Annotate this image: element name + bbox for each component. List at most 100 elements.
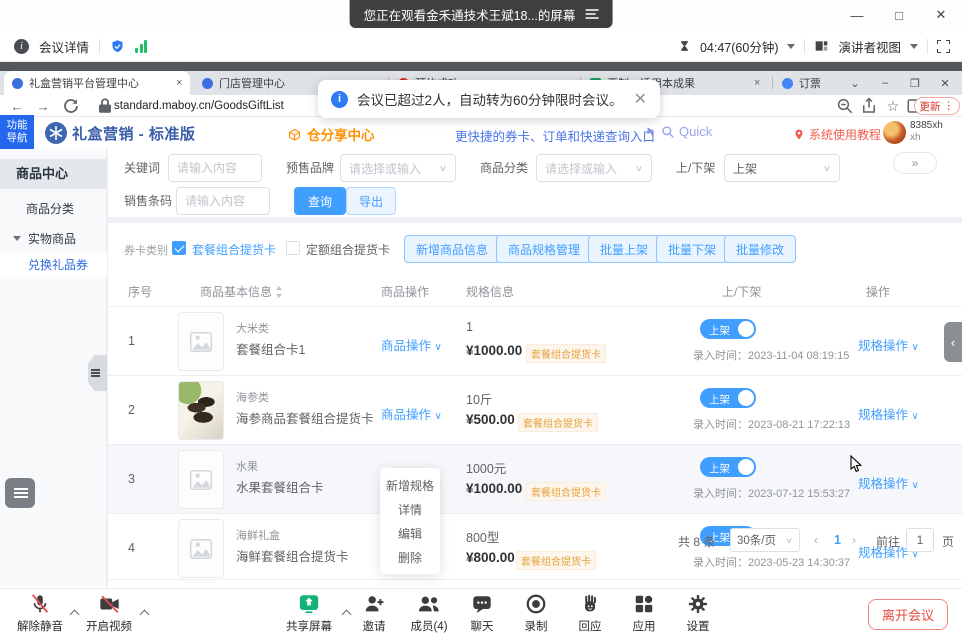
chat-button[interactable]: 聊天: [460, 593, 504, 634]
toast-close-icon[interactable]: ✕: [634, 89, 647, 109]
sidebar-collapse-tab[interactable]: [88, 355, 107, 391]
barcode-input[interactable]: [176, 187, 270, 215]
back-icon[interactable]: ←: [8, 97, 26, 115]
mic-off-icon: [29, 593, 51, 615]
sort-icon[interactable]: [275, 286, 283, 298]
fullscreen-icon[interactable]: [937, 40, 950, 53]
banner-menu-icon[interactable]: [585, 6, 598, 21]
browser-restore-icon[interactable]: ❐: [900, 77, 930, 90]
spec-op-link[interactable]: 规格操作 ∨: [858, 335, 919, 354]
combo-card-label[interactable]: 套餐组合提货卡: [192, 241, 276, 258]
menu-item-add-spec[interactable]: 新增规格: [380, 474, 440, 498]
minimize-icon[interactable]: ―: [836, 0, 878, 30]
spec-manage-button[interactable]: 商品规格管理: [496, 235, 592, 263]
batch-edit-button[interactable]: 批量修改: [724, 235, 796, 263]
apps-button[interactable]: 应用: [622, 593, 666, 634]
settings-button[interactable]: 设置: [676, 593, 720, 634]
tab-search-icon[interactable]: ⌄: [840, 77, 870, 90]
start-video-button[interactable]: 开启视频: [80, 593, 138, 634]
category-select[interactable]: 请选择或输入∨: [536, 154, 652, 182]
browser-menu-icon[interactable]: ⋮: [944, 100, 955, 112]
reactions-button[interactable]: 回应: [568, 593, 612, 634]
members-button[interactable]: 成员(4): [402, 593, 456, 634]
timer-dropdown-icon[interactable]: [787, 44, 795, 49]
goto-page-input[interactable]: [906, 528, 934, 552]
quick-entry-link[interactable]: 更快捷的券卡、订单和快递查询入口: [455, 126, 655, 145]
brand-select[interactable]: 请选择或输入∨: [340, 154, 456, 182]
members-icon: [417, 593, 441, 615]
menu-item-delete[interactable]: 删除: [380, 546, 440, 570]
browser-window-edge: [0, 62, 962, 71]
nav-toggle-button[interactable]: 功能导航: [0, 115, 34, 149]
tutorial-link[interactable]: 系统使用教程: [793, 126, 881, 143]
keyword-input[interactable]: [168, 154, 262, 182]
reload-icon[interactable]: [62, 97, 80, 115]
invite-button[interactable]: 邀请: [352, 593, 396, 634]
search-button[interactable]: 查询: [294, 187, 346, 215]
on-shelf-toggle[interactable]: 上架: [700, 457, 756, 477]
view-mode-label[interactable]: 演讲者视图: [838, 37, 901, 56]
current-page[interactable]: 1: [834, 533, 841, 547]
url-text[interactable]: standard.maboy.cn/GoodsGiftList: [114, 95, 284, 117]
tab-favicon: [12, 78, 23, 89]
forward-icon[interactable]: →: [34, 97, 52, 115]
goods-op-link[interactable]: 商品操作 ∨: [381, 335, 442, 354]
browser-update-button[interactable]: 更新 ⋮: [914, 97, 961, 115]
next-page-icon[interactable]: ›: [852, 533, 856, 547]
record-button[interactable]: 录制: [514, 593, 558, 634]
status-label: 上/下架: [676, 154, 715, 182]
sidebar-section-goods-center[interactable]: 商品中心: [0, 159, 107, 189]
share-options-caret[interactable]: [342, 610, 352, 620]
floating-list-button[interactable]: [5, 478, 35, 508]
combo-card-checkbox[interactable]: [172, 241, 186, 255]
sidebar-item-goods-category[interactable]: 商品分类: [0, 197, 107, 221]
right-drawer-tab[interactable]: ‹: [944, 322, 962, 362]
add-goods-button[interactable]: 新增商品信息: [404, 235, 500, 263]
batch-off-button[interactable]: 批量下架: [656, 235, 728, 263]
leave-meeting-button[interactable]: 离开会议: [868, 599, 948, 630]
browser-minimize-icon[interactable]: –: [870, 77, 900, 89]
spec-op-link[interactable]: 规格操作 ∨: [858, 473, 919, 492]
fixed-card-label[interactable]: 定额组合提货卡: [306, 241, 390, 258]
sidebar-item-gift-voucher[interactable]: 兑换礼品券: [0, 253, 107, 277]
browser-tab-1[interactable]: 礼盒营销平台管理中心 ×: [4, 71, 190, 95]
spec-op-link[interactable]: 规格操作 ∨: [858, 404, 919, 423]
zoom-icon[interactable]: [836, 97, 854, 115]
prev-page-icon[interactable]: ‹: [814, 533, 818, 547]
share-icon[interactable]: [860, 97, 878, 115]
mic-options-caret[interactable]: [70, 610, 80, 620]
bookmark-star-icon[interactable]: ☆: [884, 97, 902, 115]
close-icon[interactable]: ✕: [920, 0, 962, 30]
on-shelf-toggle[interactable]: 上架: [700, 388, 756, 408]
maximize-icon[interactable]: □: [878, 0, 920, 30]
meeting-details-label[interactable]: 会议详情: [39, 37, 89, 56]
tab-close-icon[interactable]: ×: [754, 78, 760, 89]
export-button[interactable]: 导出: [346, 187, 396, 215]
browser-close-icon[interactable]: ✕: [930, 77, 960, 90]
lock-icon[interactable]: [96, 97, 114, 115]
share-center-link[interactable]: 仓分享中心: [287, 124, 375, 144]
fixed-card-checkbox[interactable]: [286, 241, 300, 255]
select-caret-icon: ∨: [635, 163, 643, 173]
browser-tab-5[interactable]: 订票中心: [774, 71, 828, 95]
security-shield-icon[interactable]: [110, 39, 125, 54]
batch-on-button[interactable]: 批量上架: [588, 235, 660, 263]
user-avatar[interactable]: [883, 121, 906, 144]
unmute-button[interactable]: 解除静音: [11, 593, 69, 634]
page-size-select[interactable]: 30条/页∨: [730, 528, 800, 552]
goods-op-link[interactable]: 商品操作 ∨: [381, 404, 442, 423]
video-options-caret[interactable]: [140, 610, 150, 620]
on-shelf-toggle[interactable]: 上架: [700, 319, 756, 339]
screen-share-banner[interactable]: 您正在观看金禾通技术王斌18...的屏幕: [350, 0, 613, 28]
collapse-filters-button[interactable]: »: [893, 152, 937, 174]
sidebar-item-physical-goods[interactable]: 实物商品: [0, 227, 107, 251]
share-screen-button[interactable]: 共享屏幕: [278, 593, 340, 634]
menu-item-edit[interactable]: 编辑: [380, 522, 440, 546]
card-type-label: 券卡类别: [124, 242, 168, 258]
quick-search[interactable]: Quick: [645, 124, 712, 139]
view-dropdown-icon[interactable]: [910, 44, 918, 49]
menu-item-detail[interactable]: 详情: [380, 498, 440, 522]
status-select[interactable]: 上架∨: [724, 154, 840, 182]
meeting-info-icon[interactable]: i: [14, 39, 29, 54]
tab-close-icon[interactable]: ×: [176, 78, 182, 89]
